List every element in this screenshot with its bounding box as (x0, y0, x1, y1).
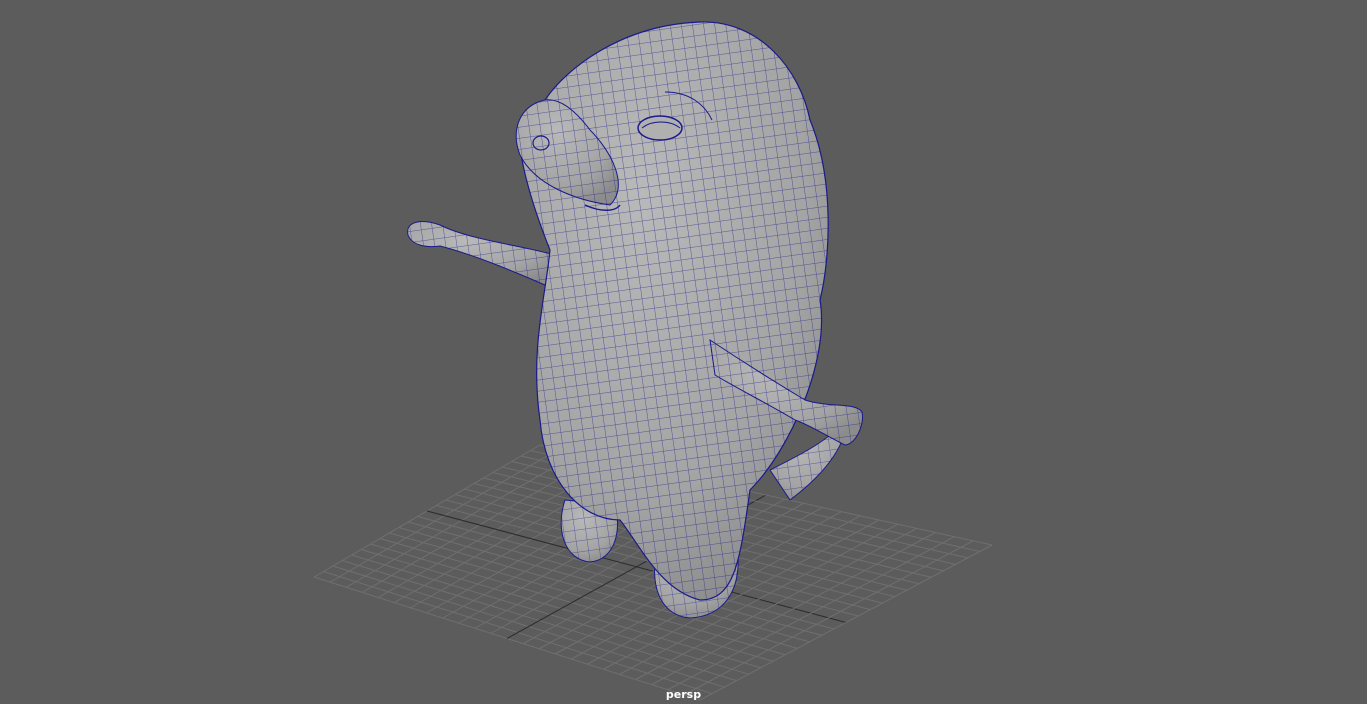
scene-canvas[interactable] (0, 0, 1367, 704)
viewport-panel[interactable]: persp (0, 0, 1367, 704)
camera-name-label: persp (665, 688, 702, 701)
mesh-eye (637, 115, 683, 141)
character-mesh[interactable] (407, 21, 864, 619)
